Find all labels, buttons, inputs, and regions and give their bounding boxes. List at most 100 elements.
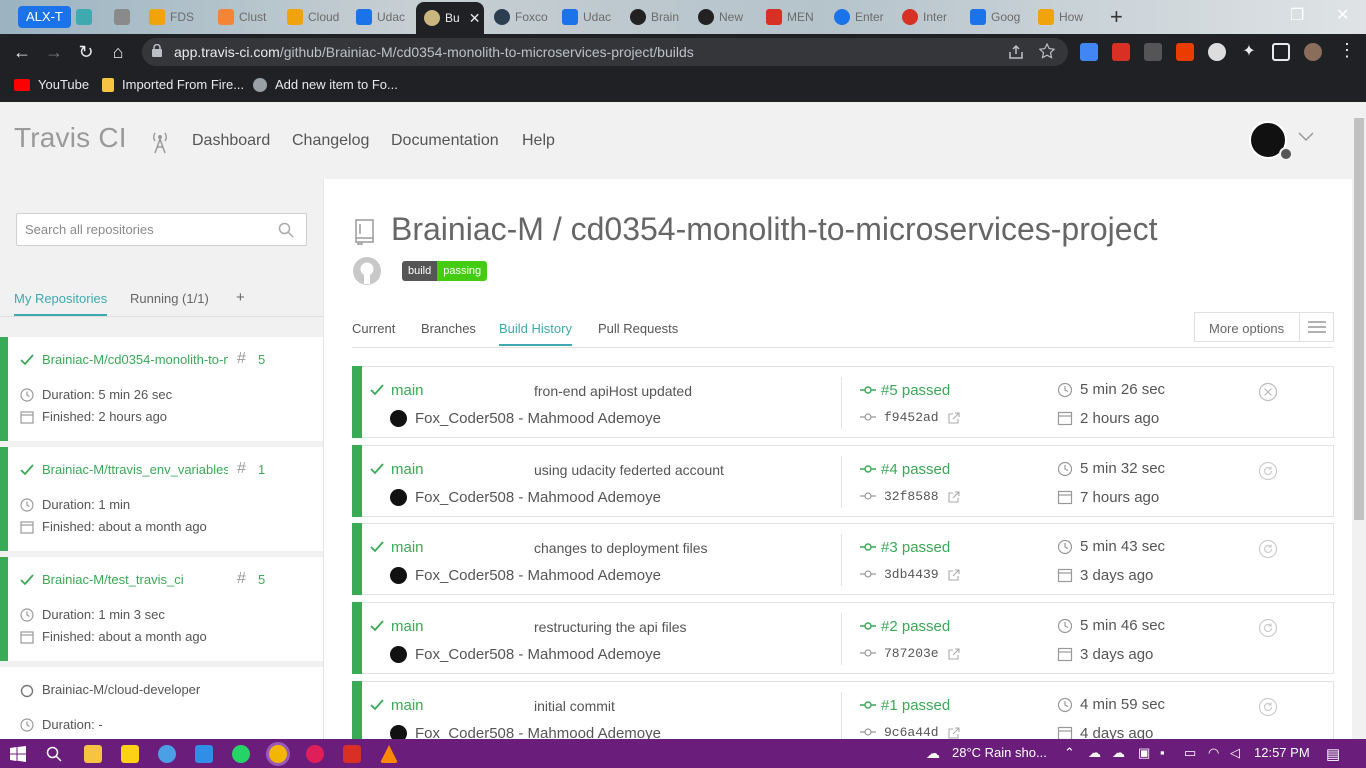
commit-sha[interactable]: 9c6a44d [884, 725, 939, 739]
reload-icon[interactable]: ↻ [74, 40, 98, 64]
maximize-icon[interactable]: ❐ [1290, 5, 1304, 25]
repo-name[interactable]: Brainiac-M/cloud-developer [42, 682, 228, 697]
build-row[interactable]: main initial commit Fox_Coder508 - Mahmo… [352, 681, 1334, 739]
bookmark-folder[interactable]: Imported From Fire... [102, 77, 244, 92]
weather-widget[interactable]: 28°C Rain sho... [952, 745, 1047, 760]
browser-tab-active[interactable]: Bu ✕ [416, 2, 484, 34]
cancel-build-icon[interactable] [1258, 382, 1278, 402]
nav-documentation[interactable]: Documentation [391, 132, 499, 150]
profile-avatar[interactable] [1304, 43, 1322, 61]
vlc-icon[interactable] [380, 745, 398, 763]
back-icon[interactable]: ← [10, 40, 34, 64]
browser-tab[interactable]: How [1034, 4, 1098, 30]
browser-tab[interactable]: Enter [830, 4, 890, 30]
browser-tab[interactable]: Udac [352, 4, 412, 30]
security-icon[interactable]: ▪ [1160, 745, 1165, 760]
search-input[interactable] [17, 214, 267, 245]
browser-tab[interactable]: MEN [762, 4, 822, 30]
build-status[interactable]: #3 passed [881, 539, 950, 556]
windows-start-icon[interactable] [10, 746, 26, 762]
side-panel-icon[interactable] [1272, 43, 1290, 61]
browser-menu-icon[interactable]: ⋮ [1338, 40, 1356, 61]
repo-item[interactable]: Brainiac-M/cloud-developer Duration: - [0, 667, 323, 739]
github-icon[interactable] [352, 256, 382, 286]
browser-tab[interactable]: Clust [214, 4, 276, 30]
travis-logo[interactable]: Travis CI [14, 122, 127, 154]
commit-sha[interactable]: 787203e [884, 646, 939, 661]
nav-help[interactable]: Help [522, 132, 555, 150]
acrobat-icon[interactable] [343, 745, 361, 763]
build-number[interactable]: 5 [258, 352, 265, 367]
volume-icon[interactable]: ◁ [1230, 745, 1240, 761]
tab-build-history[interactable]: Build History [499, 321, 572, 346]
build-number[interactable]: 5 [258, 572, 265, 587]
extension-icon[interactable] [1144, 43, 1162, 61]
tab-branches[interactable]: Branches [421, 321, 476, 336]
external-link-icon[interactable] [948, 412, 960, 424]
taskbar-clock[interactable]: 12:57 PM [1254, 745, 1310, 760]
branch-name[interactable]: main [391, 382, 424, 399]
repo-item[interactable]: Brainiac-M/ttravis_env_variables # 1 Dur… [0, 447, 323, 551]
device-icon[interactable]: ▣ [1138, 745, 1150, 761]
browser-tab[interactable]: Brain [626, 4, 686, 30]
nav-dashboard[interactable]: Dashboard [192, 132, 270, 150]
battery-icon[interactable]: ▭ [1184, 745, 1196, 761]
tab-current[interactable]: Current [352, 321, 395, 336]
add-repository-button[interactable]: + [236, 289, 245, 306]
branch-name[interactable]: main [391, 618, 424, 635]
build-row[interactable]: main using udacity federted account Fox_… [352, 445, 1334, 517]
scrollbar-thumb[interactable] [1354, 118, 1364, 520]
bookmark-star-icon[interactable] [1039, 43, 1055, 59]
external-link-icon[interactable] [948, 727, 960, 739]
tab-group-label[interactable]: ALX-T [18, 6, 71, 28]
branch-name[interactable]: main [391, 539, 424, 556]
build-number[interactable]: 1 [258, 462, 265, 477]
commit-sha[interactable]: 32f8588 [884, 489, 939, 504]
browser-tab[interactable]: Foxco [490, 4, 552, 30]
translate-extension-icon[interactable] [1080, 43, 1098, 61]
forward-icon[interactable]: → [42, 40, 66, 64]
share-icon[interactable] [1008, 44, 1024, 60]
cloud-icon[interactable]: ☁ [1112, 745, 1125, 761]
whatsapp-icon[interactable] [232, 745, 250, 763]
notifications-icon[interactable]: ▤ [1326, 745, 1340, 763]
chevron-down-icon[interactable] [1298, 132, 1314, 142]
repo-name[interactable]: Brainiac-M/cd0354-monolith-to-microservi… [42, 352, 228, 367]
onedrive-icon[interactable]: ☁ [1088, 745, 1101, 761]
external-link-icon[interactable] [948, 648, 960, 660]
tab-pull-requests[interactable]: Pull Requests [598, 321, 678, 336]
extensions-puzzle-icon[interactable]: ✦ [1240, 43, 1258, 61]
branch-name[interactable]: main [391, 697, 424, 714]
close-window-icon[interactable]: ✕ [1336, 5, 1349, 25]
bookmark-add-item[interactable]: Add new item to Fo... [253, 77, 398, 92]
repo-name[interactable]: Brainiac-M/ttravis_env_variables [42, 462, 228, 477]
restart-build-icon[interactable] [1258, 697, 1278, 717]
branch-name[interactable]: main [391, 461, 424, 478]
bookmark-youtube[interactable]: YouTube [14, 77, 89, 92]
show-hidden-icons[interactable]: ⌃ [1064, 745, 1075, 761]
vscode-icon[interactable] [195, 745, 213, 763]
browser-tab[interactable]: Udac [558, 4, 618, 30]
browser-tab[interactable] [72, 4, 102, 30]
new-tab-button[interactable]: + [1110, 4, 1123, 30]
tab-my-repositories[interactable]: My Repositories [14, 291, 108, 316]
build-row[interactable]: main restructuring the api files Fox_Cod… [352, 602, 1334, 674]
build-row[interactable]: main fron-end apiHost updated Fox_Coder5… [352, 366, 1334, 438]
browser-tab[interactable]: Inter [898, 4, 958, 30]
build-row[interactable]: main changes to deployment files Fox_Cod… [352, 523, 1334, 595]
address-bar[interactable]: app.travis-ci.com/github/Brainiac-M/cd03… [142, 38, 1068, 66]
chrome-icon[interactable] [269, 745, 287, 763]
restart-build-icon[interactable] [1258, 618, 1278, 638]
wifi-icon[interactable]: ◠ [1208, 745, 1219, 761]
repo-name[interactable]: Brainiac-M/test_travis_ci [42, 572, 228, 587]
close-tab-icon[interactable]: ✕ [469, 10, 481, 27]
restart-build-icon[interactable] [1258, 461, 1278, 481]
weather-icon[interactable]: ☁ [926, 745, 940, 762]
build-status[interactable]: #4 passed [881, 461, 950, 478]
sticky-notes-icon[interactable] [121, 745, 139, 763]
commit-sha[interactable]: 3db4439 [884, 567, 939, 582]
file-explorer-icon[interactable] [84, 745, 102, 763]
search-icon[interactable] [278, 222, 294, 238]
build-status[interactable]: #2 passed [881, 618, 950, 635]
build-status-badge[interactable]: build passing [402, 261, 488, 281]
